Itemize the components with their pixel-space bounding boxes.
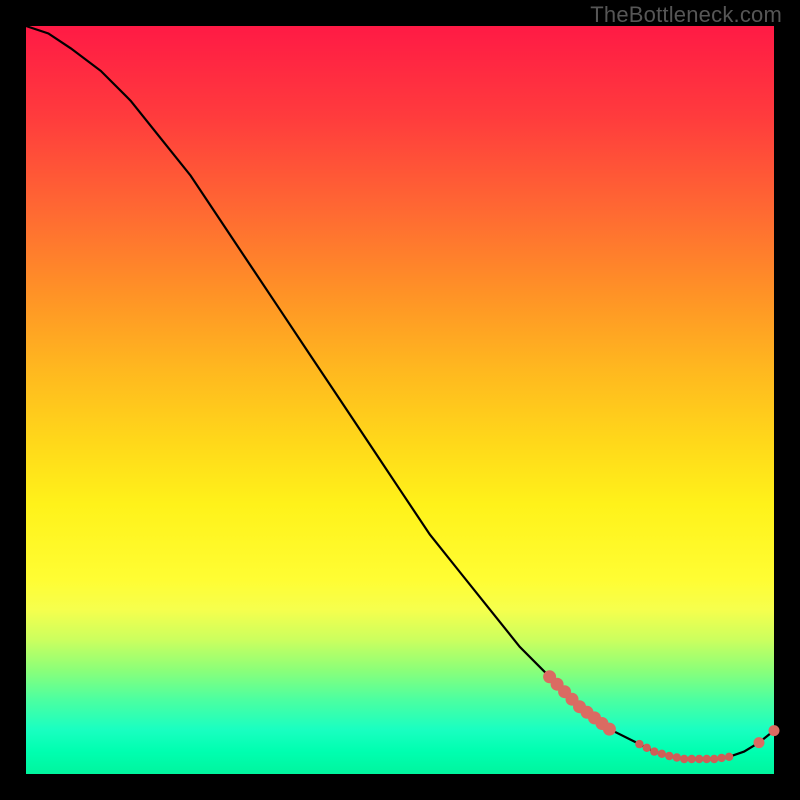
chart-frame: TheBottleneck.com — [0, 0, 800, 800]
watermark-text: TheBottleneck.com — [590, 2, 782, 28]
bottleneck-curve — [26, 26, 774, 759]
curve-dots-baseline — [635, 740, 733, 763]
plot-area — [26, 26, 774, 774]
curve-dots-evident — [543, 670, 616, 735]
curve-layer — [26, 26, 774, 774]
